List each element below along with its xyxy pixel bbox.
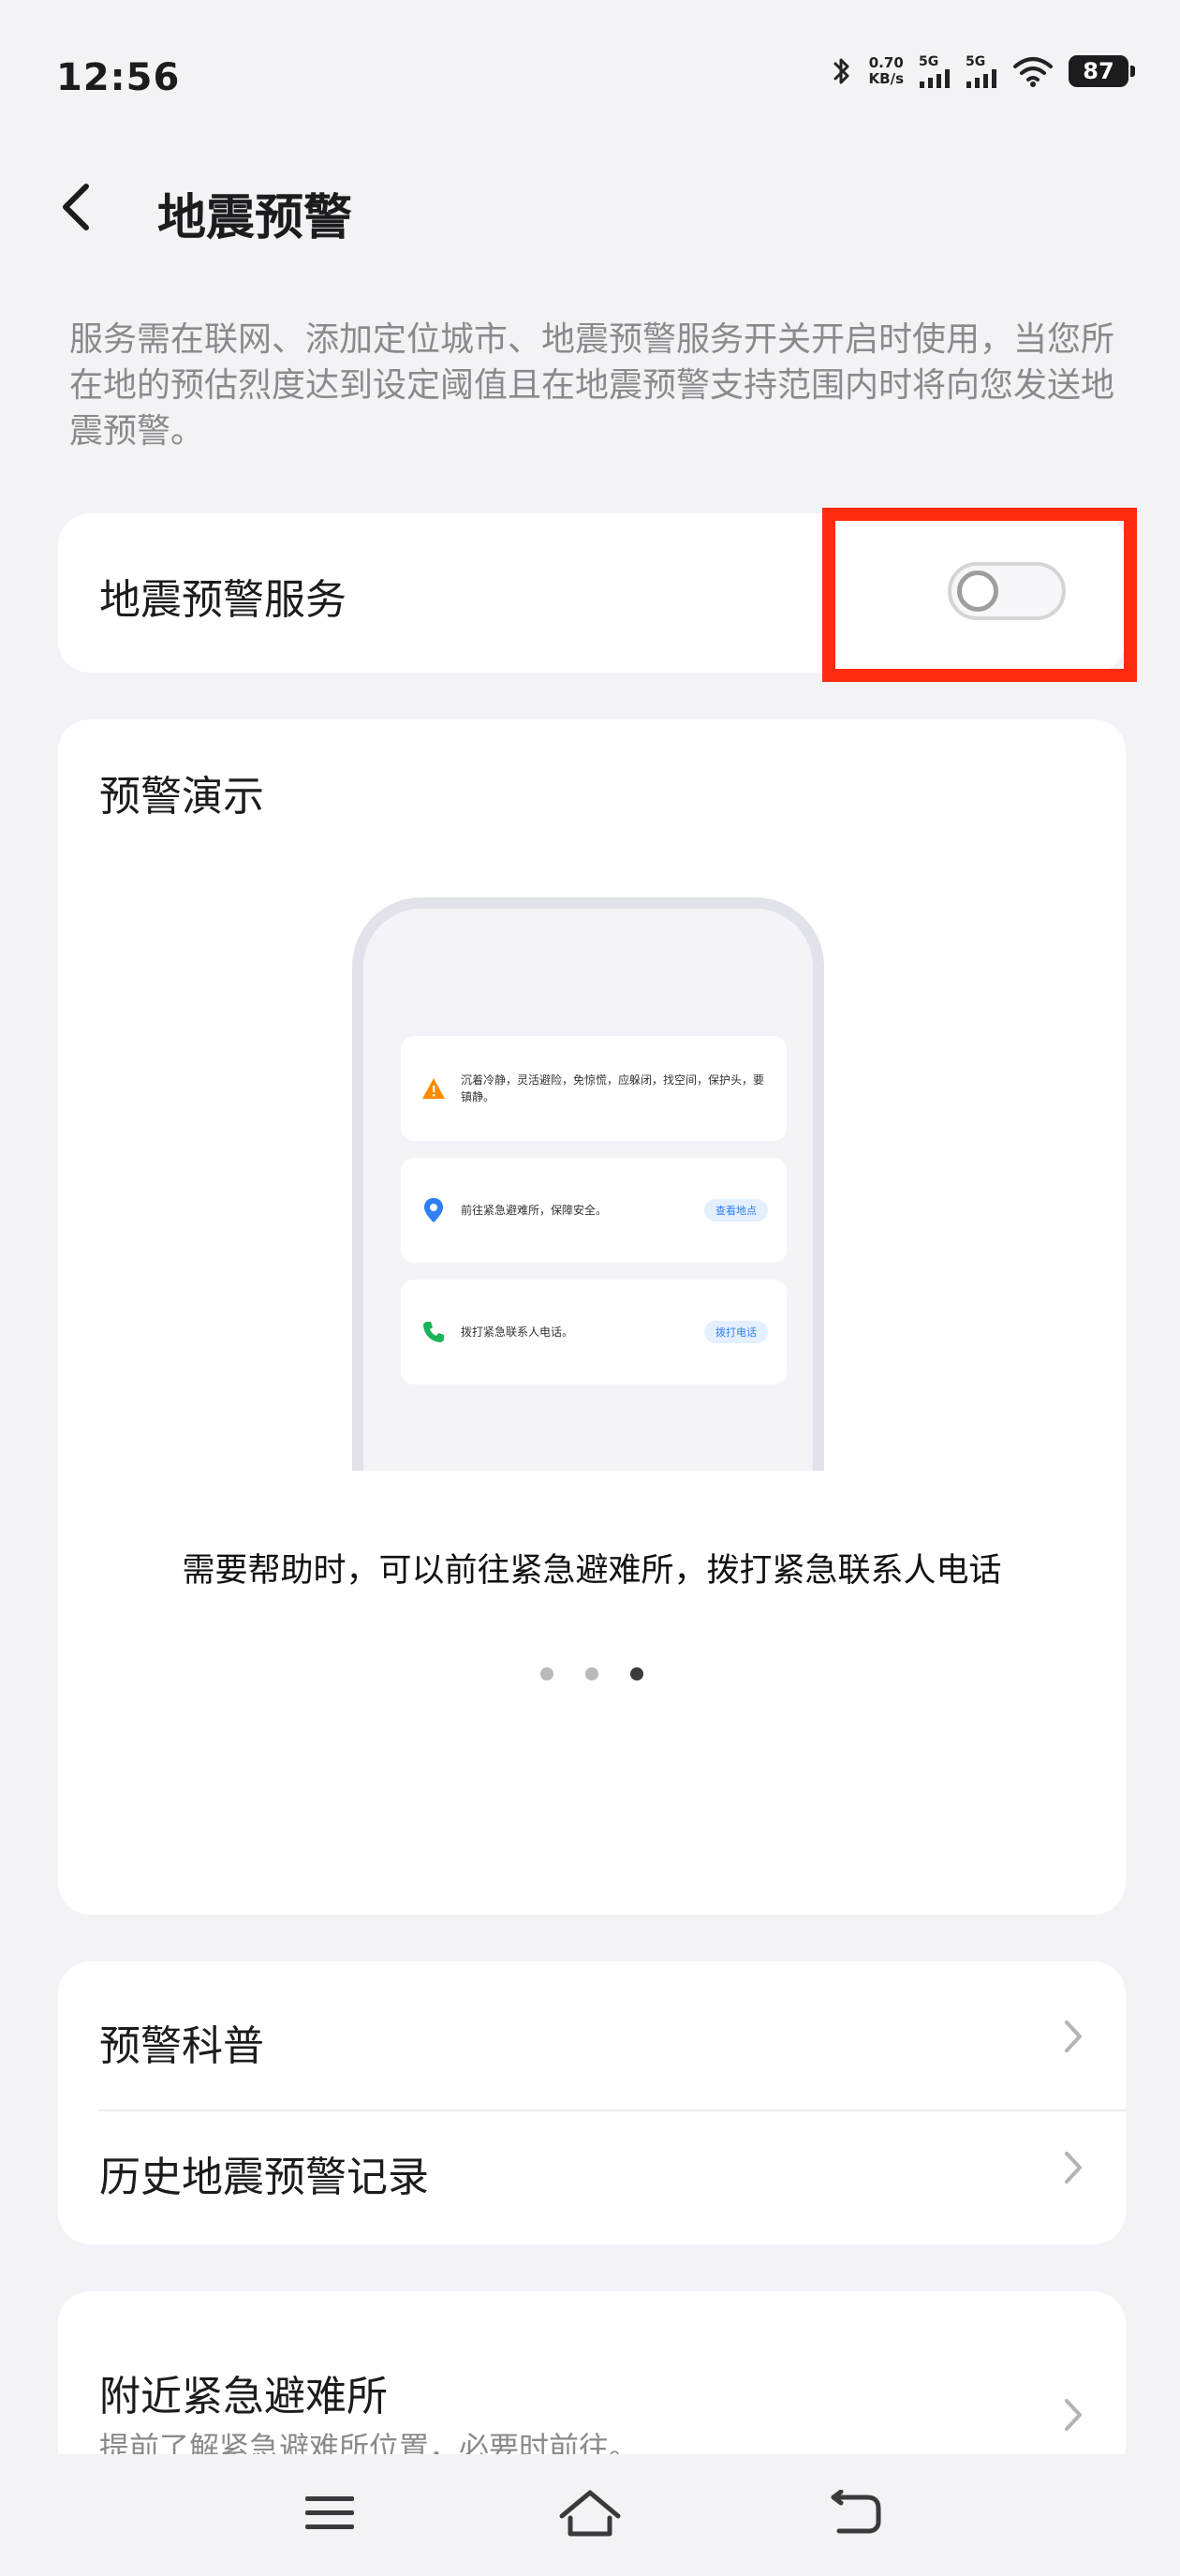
status-icons: 0.70 KB/s 5G 5G 87 (830, 54, 1135, 88)
net-speed-unit: KB/s (868, 70, 904, 87)
home-icon (557, 2488, 623, 2542)
carousel-dot[interactable] (540, 1667, 553, 1680)
warning-science-label: 预警科普 (99, 2022, 264, 2070)
signal-1-label: 5G (919, 54, 939, 69)
phone-illustration: 沉着冷静，灵活避险，免惊慌，应躲闭，找空间，保护头，要镇静。 前往紧急避难所，保… (352, 897, 824, 1471)
earthquake-warning-page: 12:56 0.70 KB/s 5G 5G 87 地震预警 服务需在联网、添加定… (0, 0, 1180, 2576)
home-button[interactable] (553, 2482, 627, 2548)
bluetooth-icon (830, 55, 854, 87)
net-speed: 0.70 KB/s (869, 55, 904, 87)
warning-history-item[interactable]: 历史地震预警记录 (58, 2102, 1126, 2233)
chevron-right-icon (1062, 2149, 1084, 2190)
status-time: 12:56 (56, 56, 181, 99)
signal-2-label: 5G (966, 54, 986, 69)
shelter-title: 附近紧急避难所 (99, 2373, 388, 2421)
signal-1: 5G (919, 54, 951, 88)
location-icon (420, 1196, 448, 1224)
call-pill: 拨打电话 (704, 1321, 768, 1343)
carousel-indicator (58, 1667, 1126, 1680)
notification-card: 拨打紧急联系人电话。 拨打电话 (401, 1280, 787, 1384)
chevron-right-icon (1062, 2396, 1084, 2437)
carousel-dot-active[interactable] (630, 1667, 643, 1680)
phone-icon (420, 1318, 448, 1346)
navigation-bar (0, 2454, 1180, 2576)
page-title: 地震预警 (157, 190, 353, 246)
phone-side-button (813, 1319, 824, 1384)
notification-card: 沉着冷静，灵活避险，免惊慌，应躲闭，找空间，保护头，要镇静。 (401, 1036, 787, 1141)
menu-button[interactable] (292, 2482, 367, 2548)
notification-text: 拨打紧急联系人电话。 (461, 1325, 574, 1339)
notification-text: 前往紧急避难所，保障安全。 (461, 1204, 608, 1217)
warning-history-label: 历史地震预警记录 (99, 2154, 429, 2201)
back-button[interactable] (58, 176, 114, 242)
net-speed-value: 0.70 (868, 54, 904, 71)
demo-card: 预警演示 沉着冷静，灵活避险，免惊慌，应躲闭，找空间，保护头，要镇静。 前往紧急… (58, 719, 1126, 1915)
service-card: 地震预警服务 (58, 513, 1126, 673)
notification-text: 沉着冷静，灵活避险，免惊慌，应躲闭，找空间，保护头，要镇静。 (461, 1073, 765, 1103)
demo-title: 预警演示 (99, 773, 264, 821)
warning-science-item[interactable]: 预警科普 (58, 1971, 1126, 2111)
signal-2: 5G (966, 54, 997, 88)
demo-caption: 需要帮助时，可以前往紧急避难所，拨打紧急联系人电话 (182, 1552, 1002, 1590)
links-card: 预警科普 历史地震预警记录 (58, 1962, 1126, 2244)
signal-icon (919, 69, 951, 88)
notification-card: 前往紧急避难所，保障安全。 查看地点 (401, 1158, 787, 1263)
system-back-button[interactable] (817, 2482, 892, 2548)
chevron-left-icon (58, 179, 96, 239)
menu-icon (303, 2493, 356, 2538)
status-bar: 12:56 0.70 KB/s 5G 5G 87 (0, 0, 1180, 159)
header: 地震预警 (0, 159, 1180, 262)
signal-icon (966, 69, 997, 88)
carousel-dot[interactable] (585, 1667, 598, 1680)
toggle-knob (957, 570, 998, 612)
view-location-pill: 查看地点 (704, 1199, 768, 1221)
wifi-icon (1012, 55, 1054, 87)
service-label: 地震预警服务 (99, 576, 347, 624)
chevron-right-icon (1062, 2018, 1084, 2059)
earthquake-warning-toggle[interactable] (948, 562, 1066, 620)
phone-side-button (813, 1150, 824, 1281)
service-description: 服务需在联网、添加定位城市、地震预警服务开关开启时使用，当您所在地的预估烈度达到… (69, 320, 1115, 451)
warning-icon (420, 1074, 448, 1103)
battery-icon: 87 (1069, 55, 1135, 87)
back-icon (826, 2489, 882, 2540)
